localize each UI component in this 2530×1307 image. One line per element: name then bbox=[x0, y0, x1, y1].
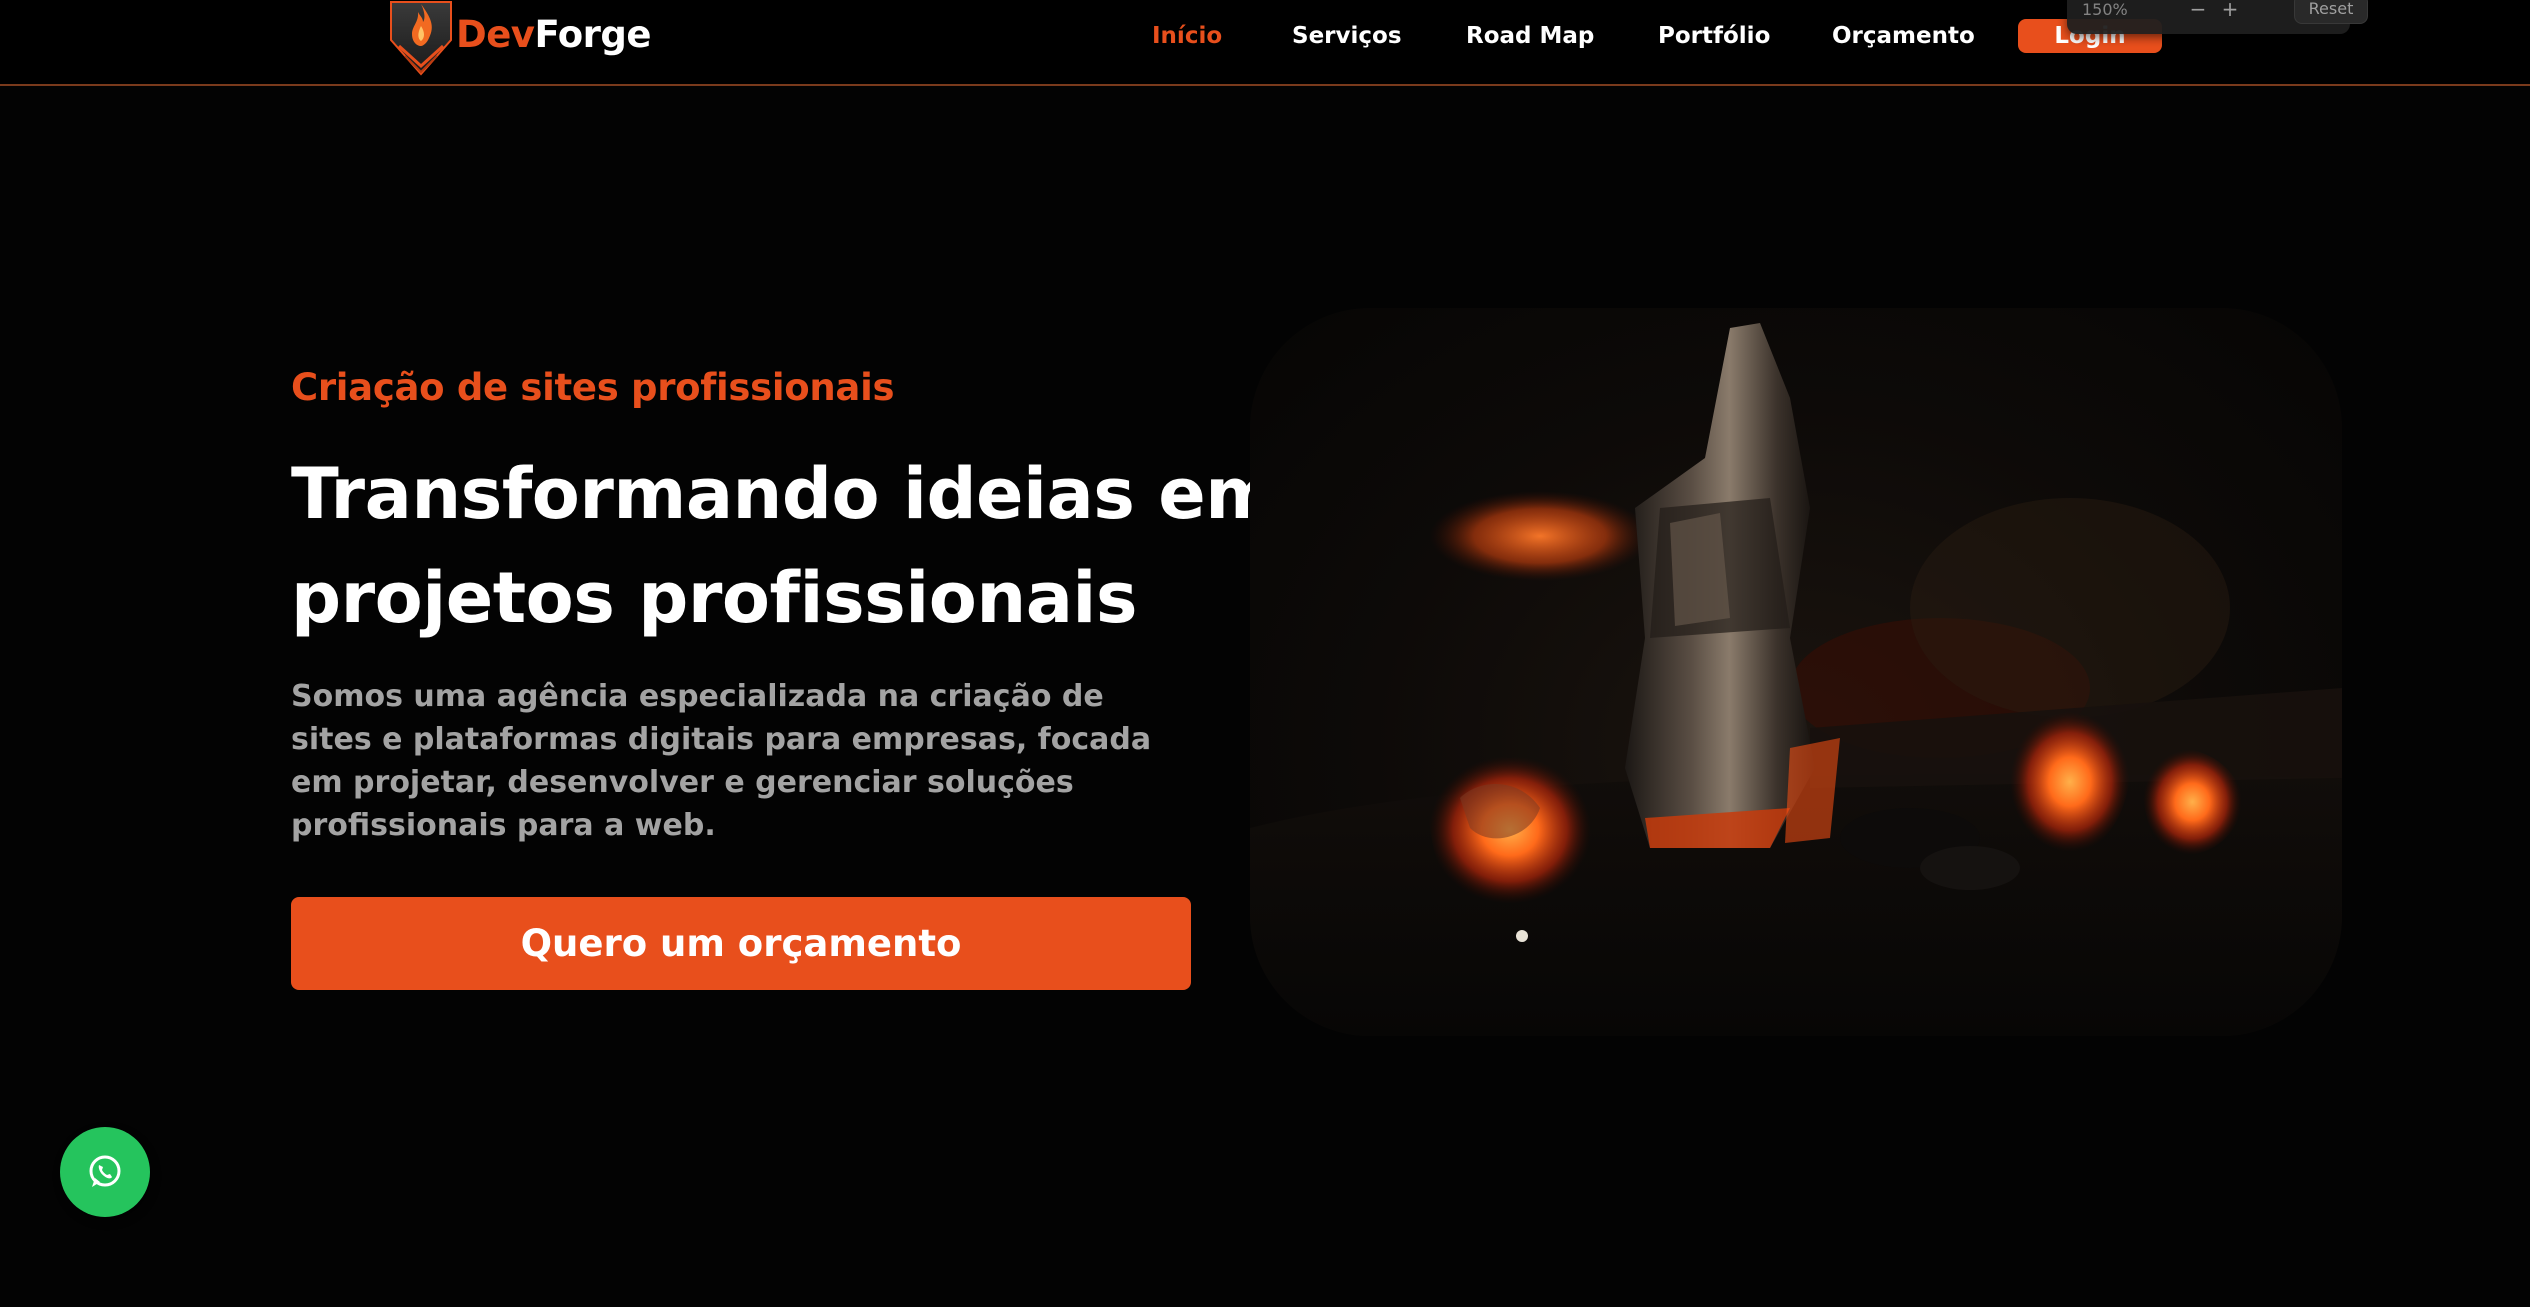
brand-part-forge: Forge bbox=[534, 13, 651, 56]
site-header: DevForge Início Serviços Road Map Portfó… bbox=[0, 0, 2530, 86]
hero-headline-line-1: Transformando ideias em bbox=[291, 453, 1278, 535]
zoom-level: 150% bbox=[2082, 0, 2128, 19]
zoom-reset-button[interactable]: Reset bbox=[2294, 0, 2368, 24]
flame-shield-icon[interactable] bbox=[387, 0, 455, 80]
forge-hammer-embers-image bbox=[1250, 308, 2342, 1036]
brand-part-dev: Dev bbox=[456, 13, 535, 56]
nav-item-inicio[interactable]: Início bbox=[1152, 18, 1222, 54]
zoom-out-button[interactable]: − bbox=[2185, 0, 2211, 22]
whatsapp-icon bbox=[89, 1155, 121, 1187]
nav-item-portfolio[interactable]: Portfólio bbox=[1658, 18, 1770, 54]
zoom-popup: 150% − + Reset bbox=[2067, 0, 2368, 34]
request-quote-button[interactable]: Quero um orçamento bbox=[291, 897, 1191, 990]
nav-item-orcamento[interactable]: Orçamento bbox=[1832, 18, 1975, 54]
hero-headline: Transformando ideias em projetos profiss… bbox=[291, 442, 1278, 650]
brand-name[interactable]: DevForge bbox=[456, 8, 651, 62]
nav-item-servicos[interactable]: Serviços bbox=[1292, 18, 1402, 54]
hero-eyebrow: Criação de sites profissionais bbox=[291, 366, 895, 409]
whatsapp-button[interactable] bbox=[60, 1127, 150, 1217]
hero-description: Somos uma agência especializada na criaç… bbox=[291, 679, 1152, 843]
zoom-in-button[interactable]: + bbox=[2217, 0, 2243, 22]
nav-item-road-map[interactable]: Road Map bbox=[1466, 18, 1594, 54]
hero-headline-line-2: projetos profissionais bbox=[291, 557, 1138, 639]
